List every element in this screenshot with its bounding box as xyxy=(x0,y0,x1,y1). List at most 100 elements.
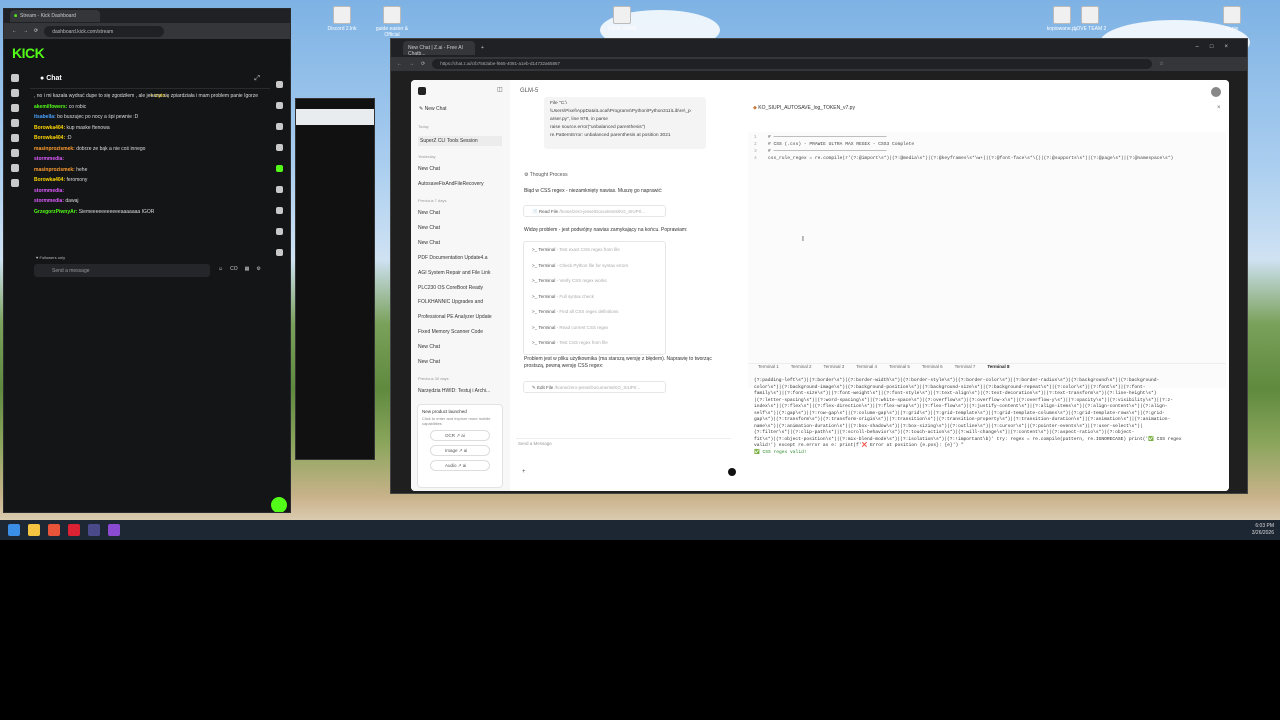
split-icon[interactable] xyxy=(275,186,283,193)
back-icon[interactable]: ← xyxy=(12,28,17,34)
send-message-input[interactable]: Send a message xyxy=(34,264,210,277)
terminal-tab[interactable]: Terminal 6 xyxy=(922,364,943,373)
terminal-output[interactable]: (?:padding-left\s*)|(?:border\s*)|(?:bor… xyxy=(748,376,1226,486)
url-input[interactable]: dashboard.kick.com/stream xyxy=(44,25,165,37)
product-launch-card[interactable]: New product launched Click to enter and … xyxy=(417,404,503,488)
background-window[interactable] xyxy=(295,98,375,460)
app-logo-icon[interactable] xyxy=(418,87,426,95)
desktop-icon[interactable]: LOVE TEAM xyxy=(600,6,644,32)
terminal-tab[interactable]: Terminal 2 xyxy=(791,364,812,373)
chat-history-item[interactable]: New Chat xyxy=(418,240,502,246)
terminal-tab[interactable]: Terminal 4 xyxy=(856,364,877,373)
collapse-sidebar-icon[interactable]: ◫ xyxy=(497,86,503,93)
code-lines[interactable]: 1 # ─────────────────────────────────────… xyxy=(748,132,1226,388)
forward-icon[interactable]: → xyxy=(23,28,28,34)
chat-history-item[interactable]: PLC230 OS CoreBoot Ready xyxy=(418,285,502,291)
chat-username[interactable]: akemilfowers: xyxy=(34,104,67,110)
model-selector[interactable]: GLM-5 xyxy=(520,88,538,94)
grid-icon[interactable] xyxy=(11,164,19,172)
window-controls[interactable]: –□× xyxy=(1196,44,1239,50)
new-chat-button[interactable]: ✎ New Chat xyxy=(419,106,447,112)
chat-item-session[interactable]: SuperZ CLI Tools Session xyxy=(418,136,502,146)
attach-icon[interactable]: + xyxy=(522,469,526,475)
calendar-icon[interactable]: ▦ xyxy=(245,266,250,272)
url-input[interactable]: https://chat.z.ai/c/b7563abe-f665-4081-a… xyxy=(432,59,1153,69)
image-pill[interactable]: Image ↗ ai xyxy=(430,445,490,456)
editor-tab[interactable]: ◆ KO_SIUPI_AUTOSAVE_log_TOKEN_v7.py xyxy=(753,105,855,111)
gear-icon[interactable] xyxy=(11,149,19,157)
star-icon[interactable]: ☆ xyxy=(1159,61,1163,67)
chat-username[interactable]: Borowka404: xyxy=(34,135,65,141)
settings-icon[interactable]: ⚙ xyxy=(256,266,260,272)
message-composer[interactable]: Send a Message + xyxy=(516,438,736,488)
avatar[interactable] xyxy=(1211,87,1221,97)
chat-history-item[interactable]: New Chat xyxy=(418,225,502,231)
desktop-icon[interactable]: Discord 2.lnk xyxy=(320,6,364,32)
trash-icon[interactable] xyxy=(275,144,283,151)
chat-username[interactable]: GrzegorzPiwnyAr: xyxy=(34,209,77,215)
lock-icon[interactable] xyxy=(11,179,19,187)
chat-history-item[interactable]: Narzędzia HWID: Testuj i Archi... xyxy=(418,388,502,394)
info-icon[interactable] xyxy=(275,81,283,88)
reload-icon[interactable]: ⟳ xyxy=(34,28,38,34)
chat-username[interactable]: stormmedia: xyxy=(34,188,64,194)
tool-call-terminal[interactable]: >_ Terminal · Check Python file for synt… xyxy=(524,258,665,274)
chat-username[interactable]: itsabella: xyxy=(34,114,56,120)
system-tray[interactable]: 6:03 PM 3/26/2026 xyxy=(1252,523,1274,537)
reload-icon[interactable]: ⟳ xyxy=(421,61,425,67)
tool-call-terminal[interactable]: >_ Terminal · Test exact CSS regex from … xyxy=(524,242,665,258)
new-tab-icon[interactable]: + xyxy=(481,45,484,51)
list-icon[interactable] xyxy=(275,207,283,214)
stop-button[interactable] xyxy=(728,468,736,476)
app-icon[interactable] xyxy=(68,524,80,536)
tool-call-terminal[interactable]: >_ Terminal · Find all CSS regex definit… xyxy=(524,304,665,320)
start-icon[interactable] xyxy=(8,524,20,536)
expand-icon[interactable] xyxy=(275,249,283,256)
browser-tab[interactable]: New Chat | Z.ai - Free AI Chatb... xyxy=(403,41,475,57)
terminal-tab[interactable]: Terminal 3 xyxy=(824,364,845,373)
kick-fab-button[interactable] xyxy=(271,497,287,512)
chat-username[interactable]: Borowka404: xyxy=(34,177,65,183)
chat-history-item[interactable]: AGI System Repair and File Link xyxy=(418,270,502,276)
tool-call-terminal[interactable]: >_ Terminal · Test CSS regex from file xyxy=(524,335,665,351)
chat-history-item[interactable]: New Chat xyxy=(418,344,502,350)
close-editor-icon[interactable]: × xyxy=(1217,105,1221,111)
wrench-icon[interactable] xyxy=(275,228,283,235)
thought-process-toggle[interactable]: ⚙ Thought Process xyxy=(524,172,568,178)
chat-history-item[interactable]: Fixed Memory Scanner Code xyxy=(418,329,502,335)
terminal-tab[interactable]: Terminal 1 xyxy=(758,364,779,373)
emote-icon[interactable]: ☺ xyxy=(218,266,223,272)
zai-browser-window[interactable]: New Chat | Z.ai - Free AI Chatb... + –□×… xyxy=(390,38,1248,494)
file-explorer-icon[interactable] xyxy=(28,524,40,536)
app-icon[interactable] xyxy=(88,524,100,536)
chat-username[interactable]: masinprozismek: xyxy=(34,167,75,173)
pencil-icon[interactable] xyxy=(275,102,283,109)
home-icon[interactable] xyxy=(11,74,19,82)
back-icon[interactable]: ← xyxy=(397,61,402,67)
terminal-tab[interactable]: Terminal 8 xyxy=(987,364,1009,373)
popout-icon[interactable]: ⤢ xyxy=(254,75,260,83)
chat-bubble-icon[interactable] xyxy=(275,165,283,172)
chat-history-item[interactable]: PDF Documentation Update4.a xyxy=(418,255,502,261)
tool-call-terminal[interactable]: >_ Terminal · Read current CSS regex xyxy=(524,320,665,336)
ocr-pill[interactable]: OCR ↗ ai xyxy=(430,430,490,441)
terminal-tab[interactable]: Terminal 7 xyxy=(955,364,976,373)
chart-icon[interactable] xyxy=(11,104,19,112)
users-icon[interactable] xyxy=(11,134,19,142)
chat-history-item[interactable]: FOLKHANNIC Upgrades and xyxy=(418,299,502,305)
brave-icon[interactable] xyxy=(48,524,60,536)
chat-history-item[interactable]: Professional PE Analyzer Update xyxy=(418,314,502,320)
chat-username[interactable]: stormmedia: xyxy=(34,198,64,204)
chat-history-item[interactable]: AutosaveFixAndFileRecovery xyxy=(418,181,502,187)
chat-history-item[interactable]: New Chat xyxy=(418,166,502,172)
audio-pill[interactable]: Audio ↗ ai xyxy=(430,460,490,471)
desktop-icon[interactable]: LOVE TEAM 2 xyxy=(1068,6,1112,32)
chat-history-item[interactable]: New Chat xyxy=(418,210,502,216)
tool-call-read-file[interactable]: 📄 Read File /home/zero-jesse/Documents/K… xyxy=(523,205,666,217)
stream-icon[interactable] xyxy=(11,89,19,97)
forward-icon[interactable]: → xyxy=(409,61,414,67)
chat-username[interactable]: masinprozismek: xyxy=(34,146,75,152)
tool-call-terminal[interactable]: >_ Terminal · Full syntax check xyxy=(524,289,665,305)
desktop-icon[interactable]: guide easter & Official xyxy=(370,6,414,38)
desktop-icon[interactable]: Kopie xyxy=(1210,6,1254,32)
